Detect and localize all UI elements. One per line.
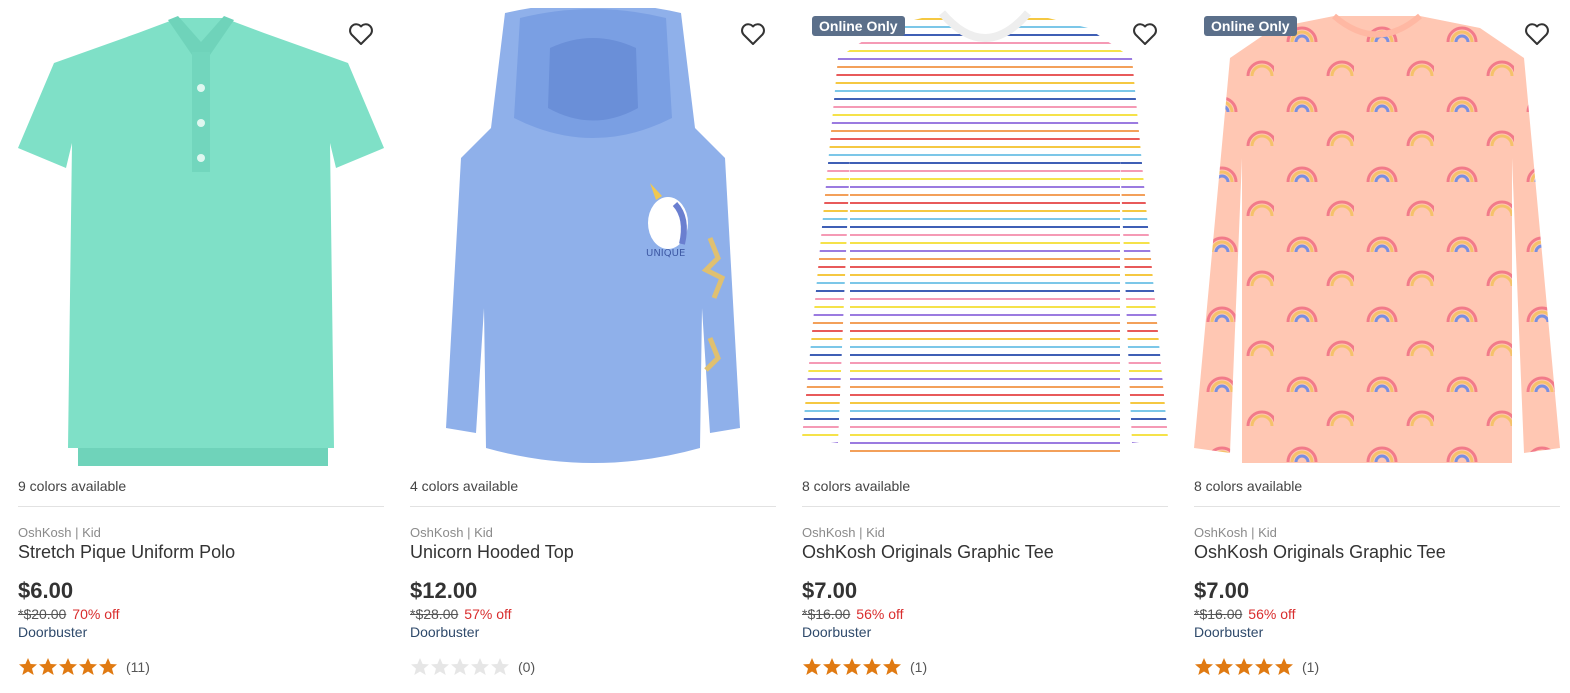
product-brand: OshKosh | Kid: [1194, 525, 1277, 540]
review-count[interactable]: (11): [126, 659, 150, 675]
star-icon: [18, 657, 38, 677]
rating[interactable]: (1): [1194, 656, 1319, 678]
product-card[interactable]: Online Only 8 colors available OshKosh |…: [802, 0, 1168, 693]
favorite-heart-icon[interactable]: [348, 22, 374, 46]
promo-label: Doorbuster: [1194, 624, 1264, 640]
star-icon: [78, 657, 98, 677]
product-brand: OshKosh | Kid: [410, 525, 493, 540]
star-icon: [1254, 657, 1274, 677]
review-count[interactable]: (1): [1302, 659, 1319, 675]
discount-percent: 56% off: [1248, 606, 1296, 622]
discount-percent: 70% off: [72, 606, 120, 622]
product-card[interactable]: UNIQUE 4 colors available OshKosh | Kid …: [410, 0, 776, 693]
favorite-heart-icon[interactable]: [740, 22, 766, 46]
star-icon: [490, 657, 510, 677]
online-only-badge: Online Only: [1204, 16, 1297, 36]
star-icon: [862, 657, 882, 677]
star-rating: [1194, 657, 1294, 677]
favorite-heart-icon[interactable]: [1132, 22, 1158, 46]
review-count[interactable]: (1): [910, 659, 927, 675]
product-name[interactable]: Stretch Pique Uniform Polo: [18, 542, 235, 563]
product-image[interactable]: [802, 8, 1168, 470]
product-image[interactable]: UNIQUE: [410, 8, 776, 470]
star-icon: [1234, 657, 1254, 677]
discount-percent: 57% off: [464, 606, 512, 622]
hooded-top-image: UNIQUE: [446, 8, 740, 463]
star-icon: [1214, 657, 1234, 677]
star-icon: [802, 657, 822, 677]
product-price: $7.00: [1194, 578, 1250, 603]
star-icon: [430, 657, 450, 677]
striped-tee-image: [802, 10, 1168, 458]
svg-text:UNIQUE: UNIQUE: [646, 248, 685, 259]
divider: [1194, 506, 1560, 507]
star-icon: [470, 657, 490, 677]
rainbow-tee-image: [1194, 13, 1560, 463]
star-icon: [450, 657, 470, 677]
product-image[interactable]: [18, 8, 384, 470]
star-rating: [410, 657, 510, 677]
original-price: *$20.00: [18, 606, 67, 622]
review-count[interactable]: (0): [518, 659, 535, 675]
product-price: $12.00: [410, 578, 478, 603]
star-icon: [38, 657, 58, 677]
original-price: *$16.00: [1194, 606, 1243, 622]
divider: [802, 506, 1168, 507]
star-icon: [822, 657, 842, 677]
original-price: *$16.00: [802, 606, 851, 622]
star-icon: [882, 657, 902, 677]
star-rating: [802, 657, 902, 677]
star-icon: [410, 657, 430, 677]
product-card[interactable]: 9 colors available OshKosh | Kid Stretch…: [18, 0, 384, 693]
colors-available[interactable]: 8 colors available: [1194, 478, 1302, 494]
polo-shirt-image: [18, 16, 384, 466]
rating[interactable]: (11): [18, 656, 150, 678]
online-only-badge: Online Only: [812, 16, 905, 36]
promo-label: Doorbuster: [802, 624, 872, 640]
product-name[interactable]: Unicorn Hooded Top: [410, 542, 574, 563]
promo-label: Doorbuster: [18, 624, 88, 640]
price-comparison: *$16.00 56% off: [802, 606, 904, 622]
star-icon: [1194, 657, 1214, 677]
promo-label: Doorbuster: [410, 624, 480, 640]
product-name[interactable]: OshKosh Originals Graphic Tee: [802, 542, 1054, 563]
price-comparison: *$28.00 57% off: [410, 606, 512, 622]
product-brand: OshKosh | Kid: [802, 525, 885, 540]
star-icon: [98, 657, 118, 677]
rating[interactable]: (0): [410, 656, 535, 678]
product-name[interactable]: OshKosh Originals Graphic Tee: [1194, 542, 1446, 563]
star-icon: [58, 657, 78, 677]
colors-available[interactable]: 9 colors available: [18, 478, 126, 494]
original-price: *$28.00: [410, 606, 459, 622]
star-icon: [842, 657, 862, 677]
colors-available[interactable]: 4 colors available: [410, 478, 518, 494]
favorite-heart-icon[interactable]: [1524, 22, 1550, 46]
product-grid: 9 colors available OshKosh | Kid Stretch…: [0, 0, 1570, 693]
divider: [18, 506, 384, 507]
star-rating: [18, 657, 118, 677]
star-icon: [1274, 657, 1294, 677]
product-price: $6.00: [18, 578, 74, 603]
rating[interactable]: (1): [802, 656, 927, 678]
discount-percent: 56% off: [856, 606, 904, 622]
divider: [410, 506, 776, 507]
product-brand: OshKosh | Kid: [18, 525, 101, 540]
price-comparison: *$16.00 56% off: [1194, 606, 1296, 622]
price-comparison: *$20.00 70% off: [18, 606, 120, 622]
product-image[interactable]: [1194, 8, 1560, 470]
product-price: $7.00: [802, 578, 858, 603]
product-card[interactable]: Online Only 8 colors available OshKosh |…: [1194, 0, 1560, 693]
colors-available[interactable]: 8 colors available: [802, 478, 910, 494]
